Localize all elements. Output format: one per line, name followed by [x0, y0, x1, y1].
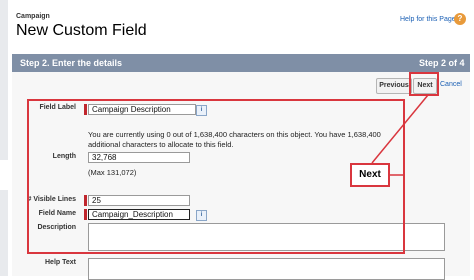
form-highlight-box [27, 99, 405, 254]
help-text-textarea[interactable] [88, 258, 445, 280]
step-count: Step 2 of 4 [419, 58, 465, 68]
page-title: New Custom Field [16, 22, 147, 39]
left-edge-tab [0, 160, 8, 190]
step-title: Step 2. Enter the details [20, 58, 123, 68]
left-edge-strip [0, 0, 8, 276]
help-text-label: Help Text [45, 259, 76, 266]
next-callout-label: Next [350, 163, 390, 187]
breadcrumb: Campaign [16, 13, 50, 20]
next-button-highlight [409, 72, 439, 96]
previous-button[interactable]: Previous [376, 78, 412, 94]
help-link[interactable]: Help for this Page [400, 16, 456, 23]
question-icon[interactable]: ? [454, 13, 466, 25]
cancel-link[interactable]: Cancel [440, 81, 462, 88]
